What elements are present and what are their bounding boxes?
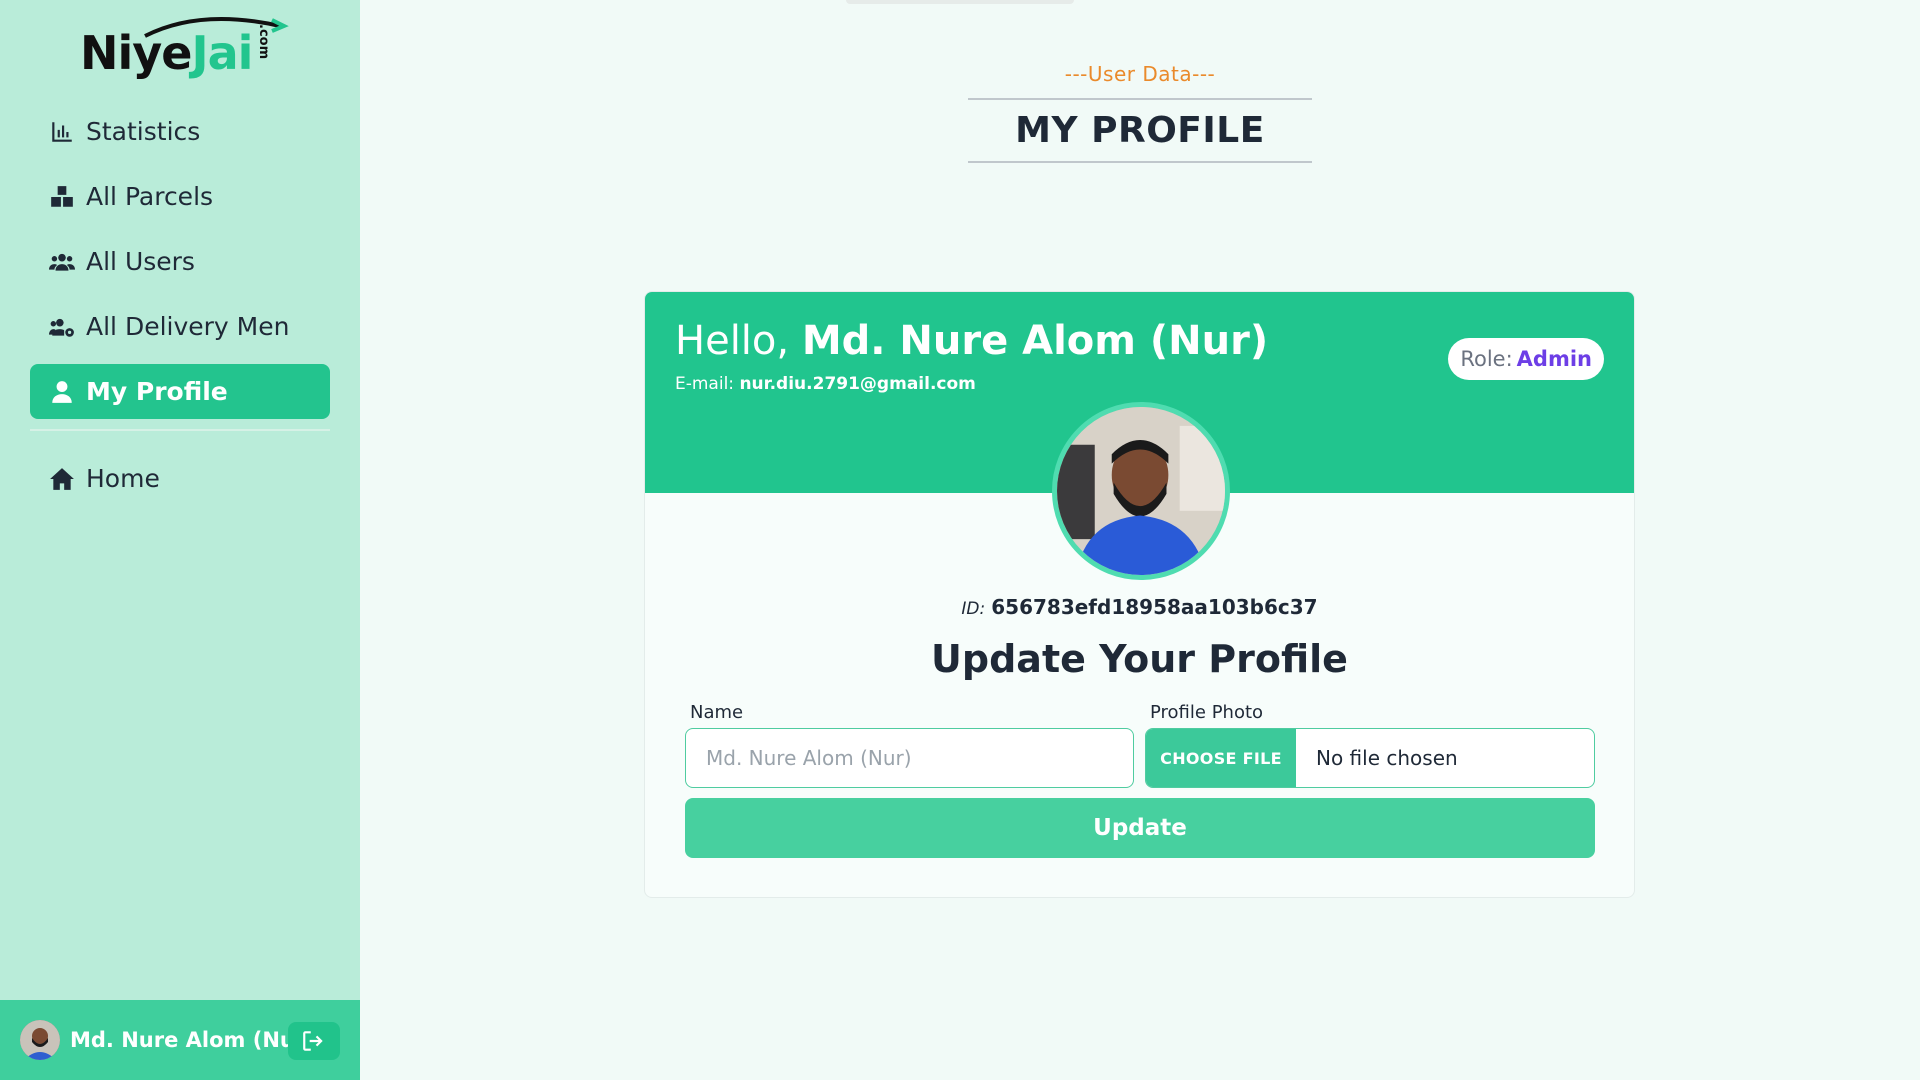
update-button[interactable]: Update <box>685 798 1595 858</box>
role-value: Admin <box>1516 347 1592 371</box>
sidebar-item-all-delivery-men[interactable]: All Delivery Men <box>30 299 330 354</box>
user-id-label: ID: <box>961 599 986 619</box>
sidebar-item-all-users[interactable]: All Users <box>30 234 330 289</box>
logout-icon <box>303 1031 323 1051</box>
page-header: ---User Data--- MY PROFILE <box>968 62 1312 163</box>
profile-photo-file-input[interactable]: CHOOSE FILE No file chosen <box>1145 728 1595 788</box>
sidebar-item-label: All Delivery Men <box>86 312 290 341</box>
avatar[interactable] <box>20 1020 60 1060</box>
sidebar: NiyeJai .com Statistics All Parcels All … <box>0 0 360 1080</box>
update-profile-title: Update Your Profile <box>931 637 1348 681</box>
name-input[interactable] <box>685 728 1134 788</box>
file-status: No file chosen <box>1316 746 1458 770</box>
user-id-value: 656783efd18958aa103b6c37 <box>991 595 1318 619</box>
profile-card: Hello, Md. Nure Alom (Nur) E-mail: nur.d… <box>644 291 1635 898</box>
sidebar-item-label: All Parcels <box>86 182 214 211</box>
page-subtitle: ---User Data--- <box>1064 62 1216 86</box>
role-label: Role: <box>1460 347 1513 371</box>
user-id: ID: 656783efd18958aa103b6c37 <box>645 595 1634 619</box>
bar-chart-icon <box>48 118 76 146</box>
footer-user-name: Md. Nure Alom (Nur) <box>70 1028 315 1052</box>
sidebar-user-footer: Md. Nure Alom (Nur) <box>0 1000 360 1080</box>
choose-file-button[interactable]: CHOOSE FILE <box>1146 729 1296 787</box>
sidebar-item-label: My Profile <box>86 377 228 406</box>
brand-name-part1: Niye <box>80 26 192 80</box>
sidebar-item-all-parcels[interactable]: All Parcels <box>30 169 330 224</box>
greeting-prefix: Hello, <box>675 318 790 364</box>
users-gear-icon <box>48 313 76 341</box>
sidebar-item-label: All Users <box>86 247 195 276</box>
email-label: E-mail: <box>675 374 735 394</box>
top-tab-indicator <box>846 0 1074 4</box>
sidebar-item-statistics[interactable]: Statistics <box>30 104 330 159</box>
user-icon <box>48 378 76 406</box>
brand-tld: .com <box>256 24 271 60</box>
page-title-wrap: MY PROFILE <box>968 98 1312 163</box>
sidebar-nav: Statistics All Parcels All Users All Del… <box>30 104 330 516</box>
name-label: Name <box>690 702 744 723</box>
home-icon <box>48 465 76 493</box>
users-icon <box>48 248 76 276</box>
profile-photo <box>1052 402 1230 580</box>
email-value: nur.diu.2791@gmail.com <box>739 374 976 394</box>
greeting: Hello, Md. Nure Alom (Nur) <box>675 318 1268 364</box>
sidebar-item-home[interactable]: Home <box>30 451 330 506</box>
email-line: E-mail: nur.diu.2791@gmail.com <box>675 374 976 394</box>
page-title: MY PROFILE <box>1015 110 1265 151</box>
brand-logo[interactable]: NiyeJai .com <box>80 12 290 82</box>
profile-photo-label: Profile Photo <box>1150 702 1264 723</box>
sidebar-item-label: Statistics <box>86 117 201 146</box>
sidebar-divider <box>30 429 330 431</box>
role-badge: Role: Admin <box>1448 338 1604 380</box>
logout-button[interactable] <box>288 1022 340 1060</box>
sidebar-item-label: Home <box>86 464 160 493</box>
brand-name-part2: Jai <box>191 26 253 80</box>
sidebar-item-my-profile[interactable]: My Profile <box>30 364 330 419</box>
profile-name: Md. Nure Alom (Nur) <box>801 318 1269 364</box>
boxes-icon <box>48 183 76 211</box>
